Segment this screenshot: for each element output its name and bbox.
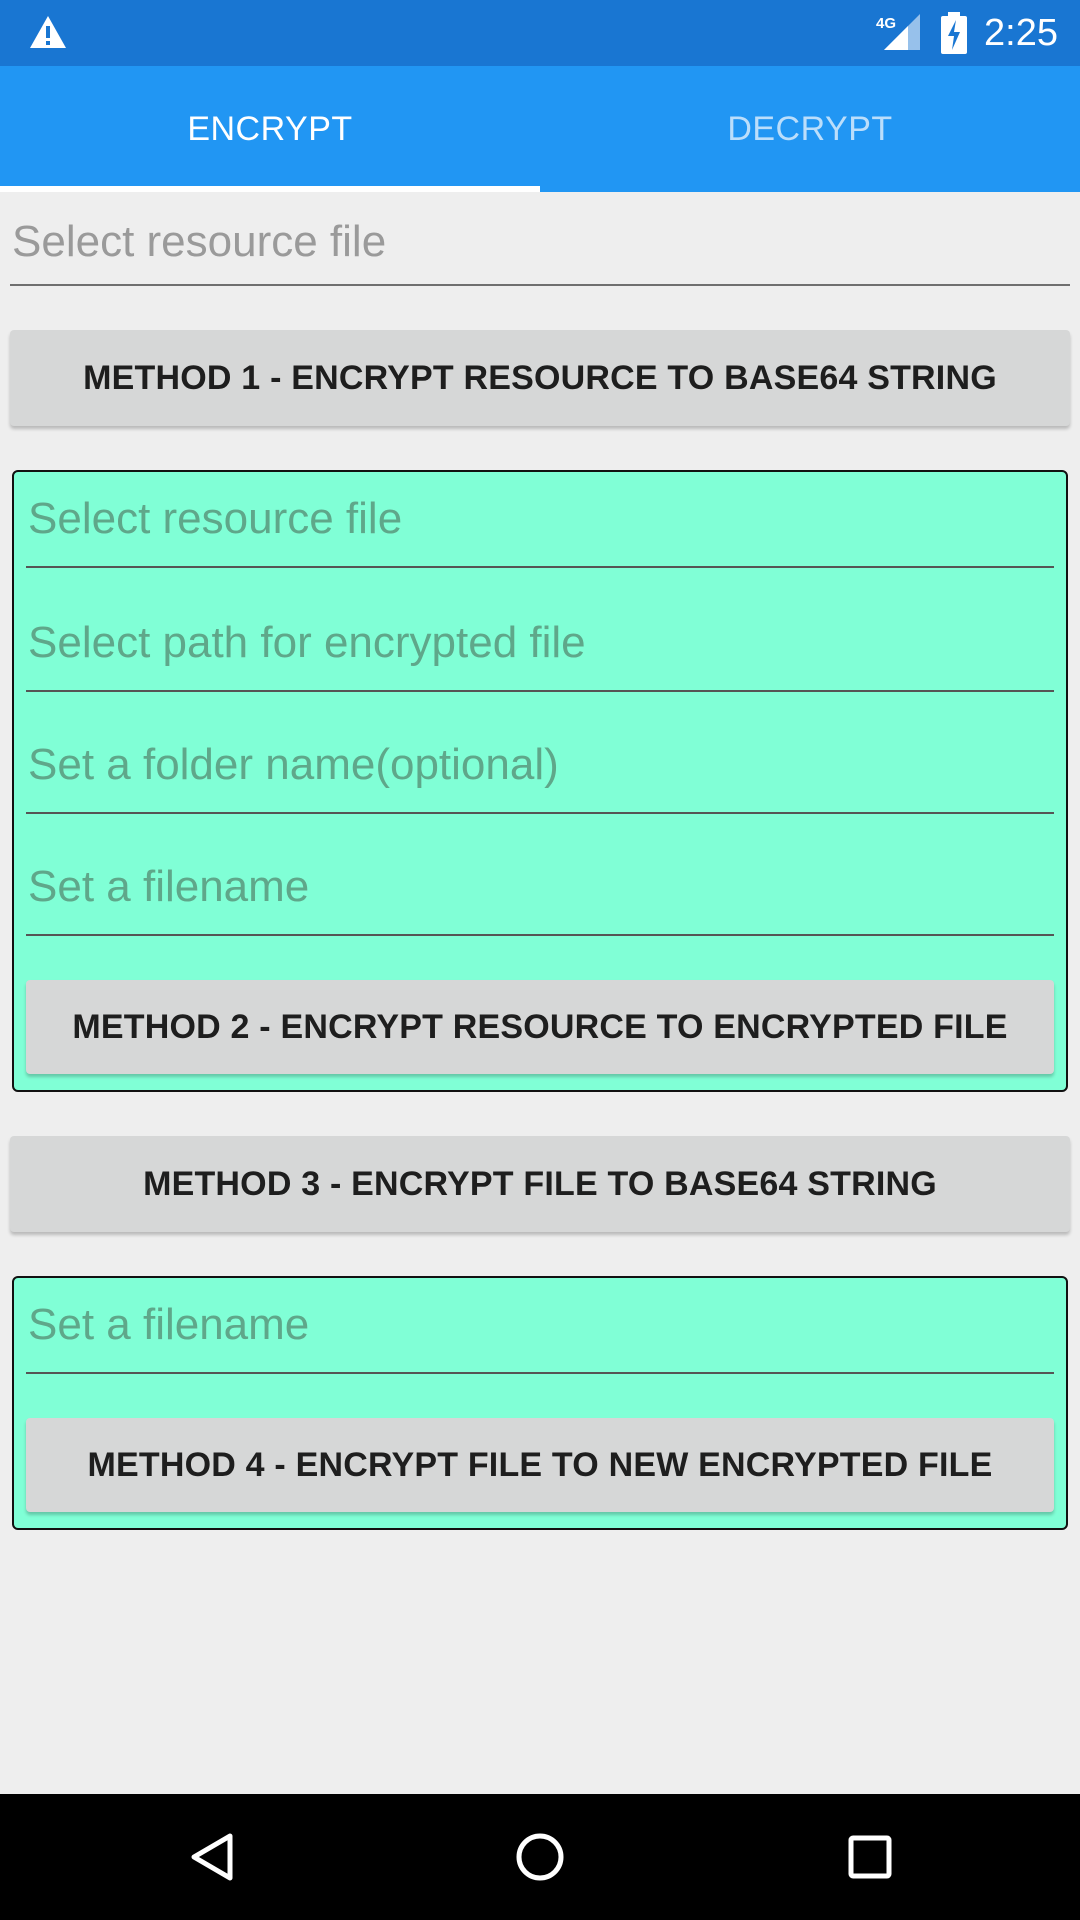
method2-resource-placeholder: Select resource file xyxy=(28,494,403,543)
tab-encrypt[interactable]: ENCRYPT xyxy=(0,66,540,192)
method2-filename-field[interactable]: Set a filename xyxy=(26,840,1054,936)
clock: 2:25 xyxy=(984,12,1058,54)
method2-group: Select resource file Select path for enc… xyxy=(12,470,1068,1092)
method2-resource-field[interactable]: Select resource file xyxy=(26,472,1054,568)
method4-filename-placeholder: Set a filename xyxy=(28,1300,310,1349)
method2-encrypt-button[interactable]: METHOD 2 - ENCRYPT RESOURCE TO ENCRYPTED… xyxy=(26,980,1054,1074)
back-triangle-icon xyxy=(191,1833,233,1881)
recents-square-icon xyxy=(848,1835,892,1879)
network-type-label: 4G xyxy=(876,15,896,32)
warning-triangle-icon xyxy=(30,16,66,48)
battery-charging-icon xyxy=(941,12,967,54)
method2-path-field[interactable]: Select path for encrypted file xyxy=(26,596,1054,692)
tab-decrypt[interactable]: DECRYPT xyxy=(540,66,1080,192)
active-tab-indicator xyxy=(0,186,540,192)
nav-back-button[interactable] xyxy=(150,1794,270,1920)
method1-resource-placeholder: Select resource file xyxy=(12,217,387,266)
status-bar: 4G 2:25 xyxy=(0,0,1080,66)
method1-encrypt-button[interactable]: METHOD 1 - ENCRYPT RESOURCE TO BASE64 ST… xyxy=(10,330,1070,426)
method4-group: Set a filename METHOD 4 - ENCRYPT FILE T… xyxy=(12,1276,1068,1530)
cell-signal-icon: 4G xyxy=(876,14,920,50)
nav-home-button[interactable] xyxy=(480,1794,600,1920)
method2-folder-field[interactable]: Set a folder name(optional) xyxy=(26,718,1054,814)
method4-filename-field[interactable]: Set a filename xyxy=(26,1278,1054,1374)
tab-bar: ENCRYPT DECRYPT xyxy=(0,66,1080,192)
method2-path-placeholder: Select path for encrypted file xyxy=(28,618,586,667)
nav-recents-button[interactable] xyxy=(810,1794,930,1920)
home-circle-icon xyxy=(516,1833,564,1881)
method2-filename-placeholder: Set a filename xyxy=(28,862,310,911)
method4-encrypt-button[interactable]: METHOD 4 - ENCRYPT FILE TO NEW ENCRYPTED… xyxy=(26,1418,1054,1512)
method1-resource-field[interactable]: Select resource file xyxy=(10,200,1070,286)
method2-folder-placeholder: Set a folder name(optional) xyxy=(28,740,559,789)
method3-encrypt-button[interactable]: METHOD 3 - ENCRYPT FILE TO BASE64 STRING xyxy=(10,1136,1070,1232)
navigation-bar xyxy=(0,1794,1080,1920)
